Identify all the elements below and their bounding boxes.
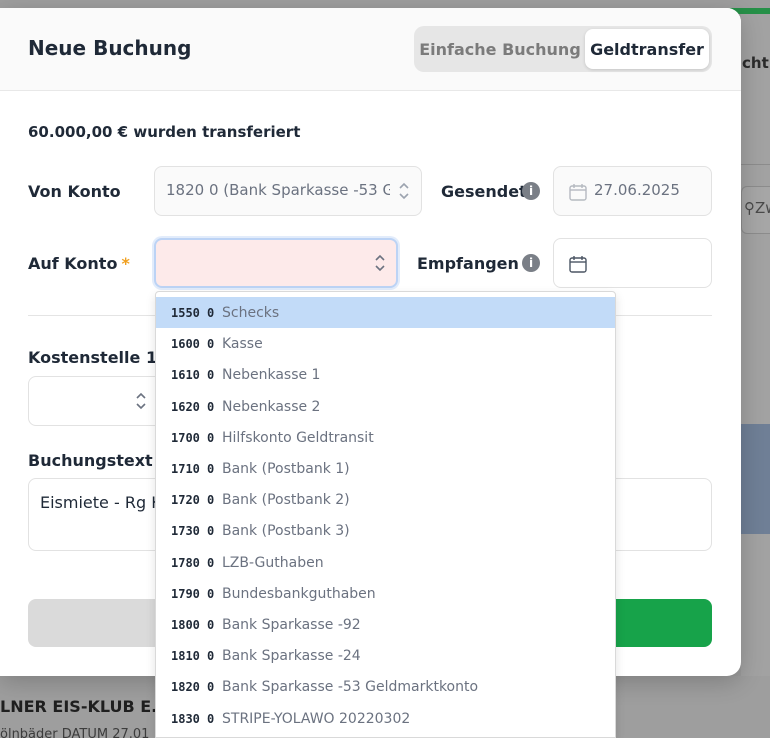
sent-date-label: Gesendet (441, 182, 527, 201)
required-marker: * (121, 254, 130, 273)
account-name: Bank (Postbank 1) (222, 460, 350, 477)
calendar-icon (568, 254, 588, 274)
account-code: 1810 (171, 648, 200, 663)
account-name: Nebenkasse 1 (222, 366, 321, 383)
to-account-select[interactable] (154, 238, 398, 288)
to-account-label: Auf Konto * (28, 254, 130, 273)
from-account-select[interactable]: 1820 0 (Bank Sparkasse -53 Ge (154, 166, 422, 216)
account-code: 1720 (171, 492, 200, 507)
account-sub: 0 (207, 586, 215, 601)
account-name: Schecks (222, 304, 280, 321)
dropdown-option[interactable]: 1810 0 Bank Sparkasse -24 (156, 640, 615, 671)
received-date-label: Empfangen* (417, 254, 531, 273)
dropdown-option[interactable]: 1780 0 LZB-Guthaben (156, 547, 615, 578)
account-sub: 0 (207, 617, 215, 632)
account-sub: 0 (207, 555, 215, 570)
account-code: 1710 (171, 461, 200, 476)
dropdown-option[interactable]: 1800 0 Bank Sparkasse -92 (156, 609, 615, 640)
received-date-label-text: Empfangen (417, 254, 519, 273)
account-sub: 0 (207, 305, 215, 320)
dropdown-option[interactable]: 1610 0 Nebenkasse 1 (156, 359, 615, 390)
account-sub: 0 (207, 492, 215, 507)
account-name: Bank Sparkasse -92 (222, 616, 361, 633)
account-name: LZB-Guthaben (222, 554, 324, 571)
calendar-icon (568, 182, 588, 202)
background-divider (741, 164, 770, 165)
account-code: 1550 (171, 305, 200, 320)
cost-center-label-text: Kostenstelle 1 (28, 348, 158, 367)
dropdown-option[interactable]: 1730 0 Bank (Postbank 3) (156, 515, 615, 546)
chevron-updown-icon (373, 253, 387, 273)
info-icon[interactable]: i (522, 254, 540, 272)
account-name: Bank (Postbank 3) (222, 522, 350, 539)
background-search-input: ⚲Zw (741, 186, 770, 234)
dropdown-option[interactable]: 1620 0 Nebenkasse 2 (156, 391, 615, 422)
account-code: 1700 (171, 430, 200, 445)
dropdown-option[interactable]: 1720 0 Bank (Postbank 2) (156, 484, 615, 515)
background-club-subtitle: ölnbäder DATUM 27.01 (0, 727, 150, 738)
dropdown-option[interactable]: 1820 0 Bank Sparkasse -53 Geldmarktkonto (156, 671, 615, 702)
modal-header: Neue Buchung Einfache Buchung Geldtransf… (0, 8, 741, 91)
account-name: Bundesbankguthaben (222, 585, 376, 602)
account-code: 1800 (171, 617, 200, 632)
account-sub: 0 (207, 336, 215, 351)
account-name: Hilfskonto Geldtransit (222, 429, 374, 446)
cost-center-select[interactable] (28, 376, 168, 426)
account-sub: 0 (207, 399, 215, 414)
dropdown-option[interactable]: 1710 0 Bank (Postbank 1) (156, 453, 615, 484)
background-club-title: LNER EIS-KLUB E.V (0, 697, 170, 716)
background-top-bar (0, 0, 770, 8)
cost-center-label: Kostenstelle 1* (28, 348, 169, 367)
background-card (741, 14, 770, 738)
account-sub: 0 (207, 367, 215, 382)
modal-title: Neue Buchung (28, 36, 192, 60)
account-code: 1830 (171, 711, 200, 726)
to-account-label-text: Auf Konto (28, 254, 118, 273)
info-icon[interactable]: i (522, 182, 540, 200)
background-highlight-row (741, 424, 770, 534)
dropdown-option[interactable]: 1830 0 STRIPE-YOLAWO 20220302 (156, 703, 615, 734)
account-code: 1730 (171, 523, 200, 538)
chevron-updown-icon (397, 181, 411, 201)
account-name: Bank Sparkasse -24 (222, 647, 361, 664)
account-sub: 0 (207, 679, 215, 694)
dropdown-option[interactable]: 1790 0 Bundesbankguthaben (156, 578, 615, 609)
booking-text-value: Eismiete - Rg Ko (40, 493, 171, 512)
dropdown-option[interactable]: 1700 0 Hilfskonto Geldtransit (156, 422, 615, 453)
account-name: Bank Sparkasse -53 Geldmarktkonto (222, 678, 479, 695)
account-sub: 0 (207, 461, 215, 476)
account-name: Bank (Postbank 2) (222, 491, 350, 508)
account-code: 1820 (171, 679, 200, 694)
account-sub: 0 (207, 523, 215, 538)
account-sub: 0 (207, 430, 215, 445)
sent-date-value: 27.06.2025 (594, 181, 680, 199)
background-search-placeholder: Zw (755, 199, 770, 217)
account-code: 1790 (171, 586, 200, 601)
from-account-value: 1820 0 (Bank Sparkasse -53 Ge (166, 181, 390, 199)
from-account-label: Von Konto (28, 182, 121, 201)
account-name: Kasse (222, 335, 263, 352)
dropdown-option[interactable]: 1550 0 Schecks (156, 297, 615, 328)
sent-date-input[interactable]: 27.06.2025 (553, 166, 712, 216)
search-icon: ⚲ (744, 199, 755, 217)
account-sub: 0 (207, 648, 215, 663)
account-code: 1780 (171, 555, 200, 570)
booking-type-toggle: Einfache Buchung Geldtransfer (414, 26, 712, 72)
transfer-info: 60.000,00 € wurden transferiert (28, 123, 301, 141)
account-name: Nebenkasse 2 (222, 398, 321, 415)
dropdown-option[interactable]: 1600 0 Kasse (156, 328, 615, 359)
tab-money-transfer[interactable]: Geldtransfer (585, 29, 709, 69)
booking-text-label: Buchungstext* (28, 451, 165, 470)
booking-text-label-text: Buchungstext (28, 451, 153, 470)
account-name: STRIPE-YOLAWO 20220302 (222, 710, 411, 727)
received-date-input[interactable] (553, 238, 712, 288)
account-dropdown-list: 1550 0 Schecks 1600 0 Kasse 1610 0 Nebenkasse … (155, 291, 616, 738)
tab-simple-booking[interactable]: Einfache Buchung (418, 29, 582, 69)
account-sub: 0 (207, 711, 215, 726)
account-code: 1600 (171, 336, 200, 351)
background-heading: cht (742, 54, 769, 72)
account-code: 1620 (171, 399, 200, 414)
chevron-updown-icon (134, 391, 148, 411)
account-code: 1610 (171, 367, 200, 382)
